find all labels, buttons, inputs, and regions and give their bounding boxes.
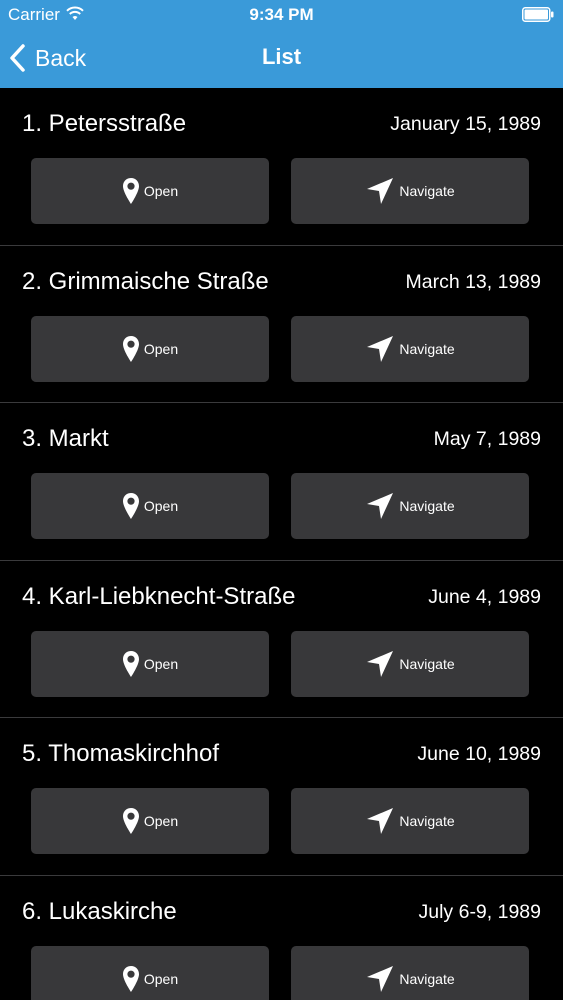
map-pin-icon xyxy=(122,808,139,834)
navigate-label: Navigate xyxy=(399,340,455,357)
open-button[interactable]: Open xyxy=(31,945,269,1000)
item-title: 4. Karl-Liebknecht-Straße xyxy=(22,582,296,610)
location-list: 1. Petersstraße January 15, 1989 Open Na… xyxy=(0,88,563,1000)
status-time: 9:34 PM xyxy=(249,5,314,24)
open-button[interactable]: Open xyxy=(31,315,269,382)
navigate-label: Navigate xyxy=(399,655,455,672)
navigate-button[interactable]: Navigate xyxy=(291,788,529,854)
item-date: July 6-9, 1989 xyxy=(418,900,542,923)
item-title: 3. Markt xyxy=(22,425,109,452)
item-date: May 7, 1989 xyxy=(433,428,541,450)
list-item: 1. Petersstraße January 15, 1989 Open Na… xyxy=(0,88,563,246)
item-date: June 10, 1989 xyxy=(417,743,541,765)
navigate-button[interactable]: Navigate xyxy=(291,473,529,539)
map-pin-icon xyxy=(122,965,139,992)
open-label: Open xyxy=(143,970,179,987)
list-item: 5. Thomaskirchhof June 10, 1989 Open Nav… xyxy=(0,718,563,876)
open-label: Open xyxy=(143,655,179,672)
navigate-label: Navigate xyxy=(399,813,455,829)
map-pin-icon xyxy=(122,493,139,519)
map-pin-icon xyxy=(122,335,139,362)
status-bar: Carrier 9:34 PM xyxy=(0,0,563,30)
header-bar: Carrier 9:34 PM Back List xyxy=(0,0,563,88)
map-pin-icon xyxy=(122,650,139,677)
open-label: Open xyxy=(143,183,179,199)
navigate-button[interactable]: Navigate xyxy=(291,315,529,382)
list-item: 4. Karl-Liebknecht-Straße June 4, 1989 O… xyxy=(0,561,563,718)
item-title: 1. Petersstraße xyxy=(22,110,187,137)
open-button[interactable]: Open xyxy=(31,473,269,539)
map-pin-icon xyxy=(122,178,139,204)
open-button[interactable]: Open xyxy=(31,788,269,854)
open-label: Open xyxy=(143,340,179,357)
navigation-arrow-icon xyxy=(367,965,394,992)
list-item: 3. Markt May 7, 1989 Open Navigate xyxy=(0,403,563,561)
navigate-label: Navigate xyxy=(399,498,455,514)
item-date: June 4, 1989 xyxy=(428,585,541,608)
navigation-arrow-icon xyxy=(367,493,394,519)
page-title: List xyxy=(261,44,302,69)
item-date: January 15, 1989 xyxy=(390,113,541,135)
list-item: 2. Grimmaische Straße March 13, 1989 Ope… xyxy=(0,246,563,403)
item-title: 2. Grimmaische Straße xyxy=(22,267,269,295)
navigate-button[interactable]: Navigate xyxy=(291,945,529,1000)
list-item: 6. Lukaskirche July 6-9, 1989 Open Navig… xyxy=(0,876,563,1000)
open-label: Open xyxy=(143,813,179,829)
navigation-arrow-icon xyxy=(367,650,394,677)
item-date: March 13, 1989 xyxy=(405,270,541,293)
navigate-button[interactable]: Navigate xyxy=(291,630,529,697)
open-label: Open xyxy=(143,498,179,514)
open-button[interactable]: Open xyxy=(31,630,269,697)
item-title: 5. Thomaskirchhof xyxy=(22,740,219,767)
navigation-arrow-icon xyxy=(367,178,394,204)
open-button[interactable]: Open xyxy=(31,158,269,224)
navigate-label: Navigate xyxy=(399,183,455,199)
navigation-bar: Back List xyxy=(0,30,563,88)
navigate-button[interactable]: Navigate xyxy=(291,158,529,224)
item-title: 6. Lukaskirche xyxy=(22,897,177,925)
navigate-label: Navigate xyxy=(399,970,455,987)
navigation-arrow-icon xyxy=(367,335,394,362)
navigation-arrow-icon xyxy=(367,808,394,834)
battery-icon xyxy=(522,7,554,22)
